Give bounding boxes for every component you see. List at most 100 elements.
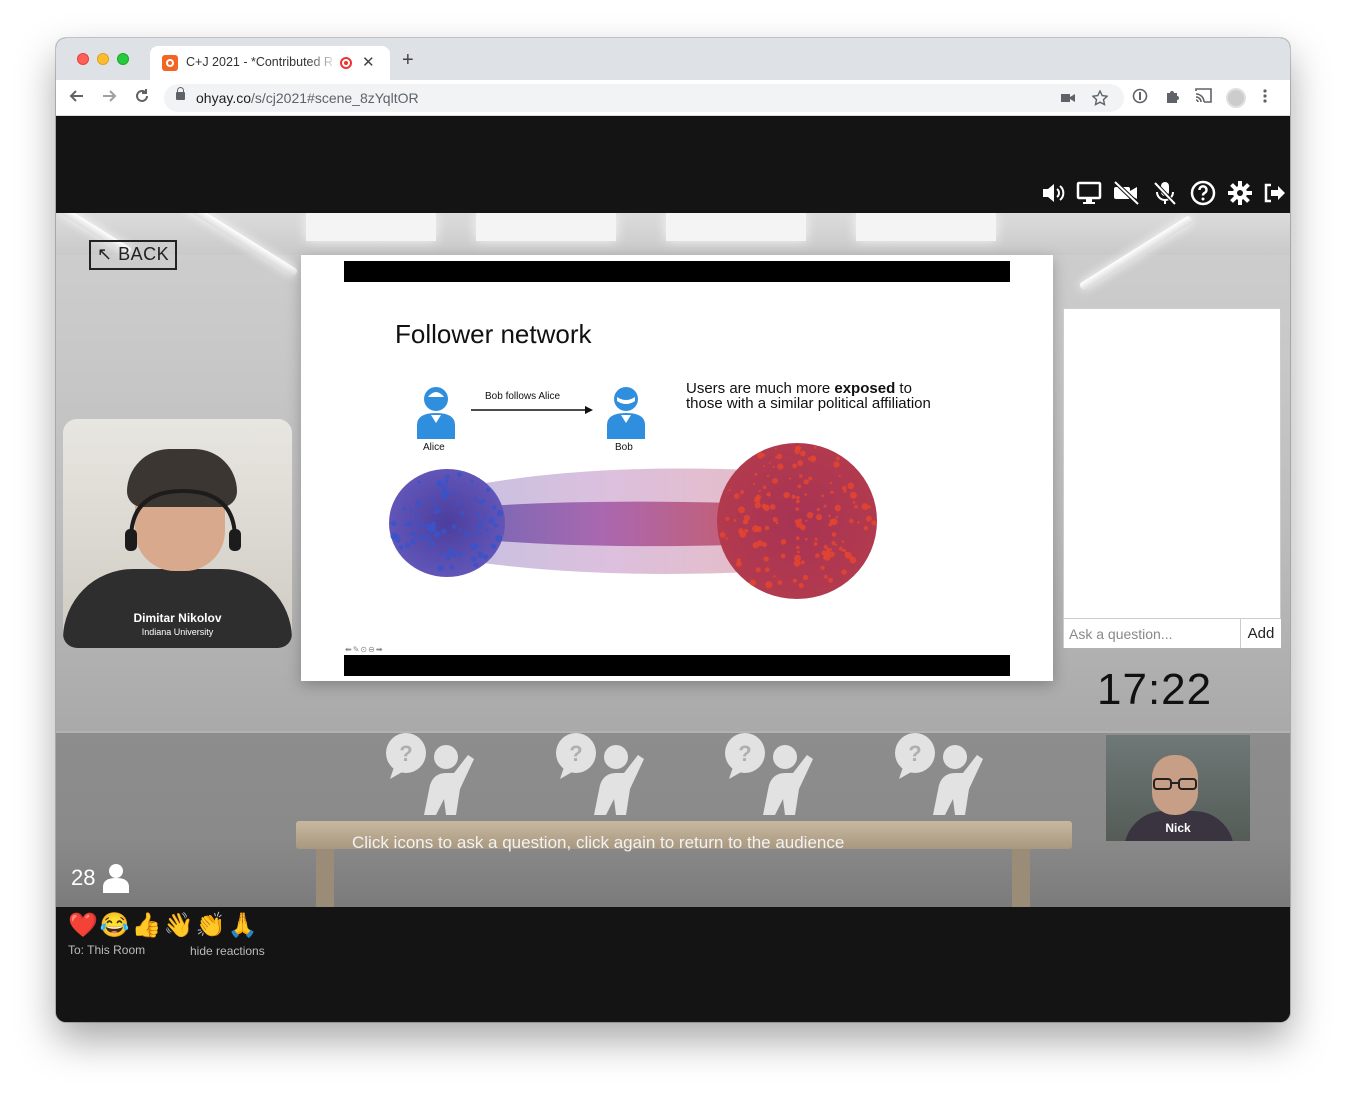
new-tab-button[interactable]: + [402,50,414,70]
add-question-button[interactable]: Add [1241,618,1281,648]
network-node [475,512,480,517]
network-node [841,540,845,543]
network-node [417,521,423,527]
camera-off-icon[interactable] [1112,180,1140,206]
attendee-name: Nick [1165,821,1191,835]
question-input[interactable] [1064,618,1241,648]
minimize-window-button[interactable] [97,53,109,65]
network-node [847,482,855,490]
network-node [828,577,833,583]
network-node [768,461,771,464]
network-node [477,551,484,558]
heart-reaction-button[interactable]: ❤️ [68,912,100,939]
network-node [793,560,801,567]
presentation-slide: Follower network Alice Bob follows Alice… [301,255,1053,681]
speaker-video-tile[interactable]: Dimitar Nikolov Indiana University [63,419,292,648]
ceiling-light [306,213,436,241]
tab-close-button[interactable]: ✕ [362,53,375,71]
cast-icon[interactable] [1195,88,1212,103]
network-node [752,542,759,549]
extensions-puzzle-icon[interactable] [1164,88,1180,104]
wave-reaction-button[interactable]: 👋 [164,912,196,939]
network-node [835,543,838,547]
network-node [795,536,800,540]
bookmark-star-icon[interactable] [1092,90,1108,106]
network-node [753,496,761,503]
network-node [485,528,490,532]
network-node [733,493,740,499]
reload-icon[interactable] [133,87,151,105]
network-node [456,501,461,506]
network-node [428,540,435,547]
laugh-reaction-button[interactable]: 😂 [100,912,132,939]
info-extension-icon[interactable] [1132,88,1148,104]
network-node [470,479,474,483]
network-node [477,530,482,536]
ask-question-spot-icon[interactable]: ? [554,731,654,815]
network-node [789,477,792,480]
network-node [772,517,778,523]
menu-kebab-icon[interactable] [1262,88,1268,104]
ask-question-spot-icon[interactable]: ? [723,731,823,815]
back-button[interactable]: ↖ BACK [89,240,177,270]
user-avatar-icon [417,387,455,439]
network-node [849,518,854,524]
maximize-window-button[interactable] [117,53,129,65]
network-node [460,538,463,540]
network-node [744,528,749,533]
network-node [861,503,869,510]
attendee-count: 28 [71,865,96,890]
settings-icon[interactable] [1227,180,1253,206]
network-node [752,525,760,533]
svg-text:?: ? [908,741,921,766]
ceiling-light [856,213,996,241]
network-node [763,464,765,467]
network-node [436,480,444,488]
network-node [406,520,414,528]
network-node [728,488,731,492]
network-node [816,514,823,521]
network-node [451,553,454,557]
follow-relation-label: Bob follows Alice [485,391,561,402]
network-node [738,506,745,514]
close-window-button[interactable] [77,53,89,65]
address-bar[interactable]: ohyay.co/s/cj2021#scene_8zYqltOR [164,84,1124,112]
network-node [829,481,833,485]
reaction-target-label[interactable]: To: This Room [68,943,145,957]
network-node [459,511,464,516]
network-node [849,491,857,499]
profile-avatar[interactable] [1226,88,1246,108]
slide-controls[interactable]: ⬅✎⊙⊖➡ [345,645,384,654]
mic-off-icon[interactable] [1152,180,1178,206]
thumbs-up-reaction-button[interactable]: 👍 [132,912,164,939]
glasses-icon [1153,778,1197,790]
clap-reaction-button[interactable]: 👏 [196,912,228,939]
ask-question-spot-icon[interactable]: ? [893,731,993,815]
network-node [823,556,827,560]
ask-question-spot-icon[interactable]: ? [384,731,484,815]
network-node [481,498,486,503]
help-icon[interactable] [1190,180,1216,206]
network-node [736,558,741,563]
hide-reactions-link[interactable]: hide reactions [190,944,265,958]
forward-arrow-icon[interactable] [100,87,118,105]
network-node [798,582,804,589]
network-node [852,501,856,504]
screen-share-icon[interactable] [1076,180,1102,206]
network-node [841,569,847,575]
network-node [780,539,787,545]
pray-reaction-button[interactable]: 🙏 [227,912,259,939]
exit-icon[interactable] [1262,180,1286,206]
camera-in-use-icon[interactable] [1061,92,1075,104]
table-leg [316,849,334,907]
network-node [441,529,444,532]
network-node [450,565,454,570]
network-node [764,567,770,573]
network-node [402,506,407,511]
attendee-video-tile[interactable]: Nick [1106,735,1250,841]
network-node [797,484,802,489]
browser-tab[interactable]: C+J 2021 - *Contributed R ✕ [150,46,390,80]
volume-icon[interactable] [1040,180,1066,206]
network-node [755,567,761,573]
back-arrow-icon[interactable] [68,87,86,105]
